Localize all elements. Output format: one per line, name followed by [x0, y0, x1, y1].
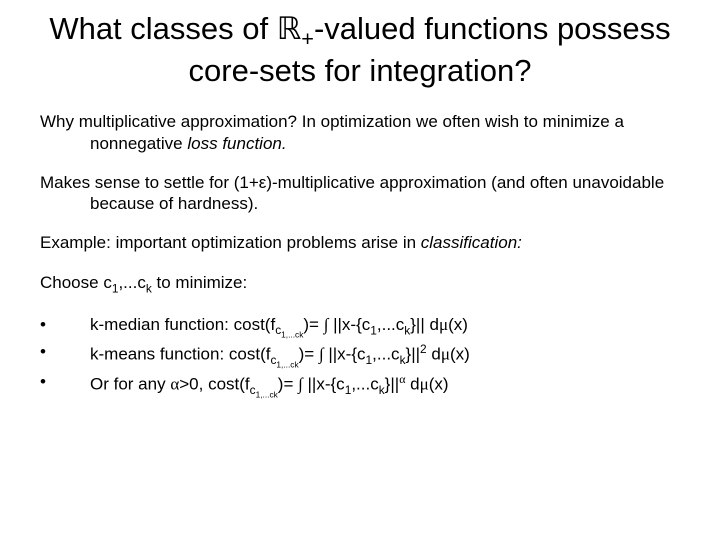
bullet-2-text: k-means function: cost(fc1,...ck)= ∫ ||x… — [90, 341, 470, 371]
mu-icon: μ — [441, 345, 450, 364]
bullet-list: • k-median function: cost(fc1,...ck)= ∫ … — [40, 314, 680, 400]
p4-mid: ,...c — [118, 273, 145, 292]
slide-title: What classes of ℝ+-valued functions poss… — [40, 10, 680, 89]
real-numbers-symbol: ℝ — [277, 11, 302, 46]
paragraph-2: Makes sense to settle for (1+ε)-multipli… — [40, 172, 680, 215]
alpha-icon: α — [170, 374, 179, 393]
p4-post: to minimize: — [152, 273, 247, 292]
p4-pre: Choose c — [40, 273, 112, 292]
p3-italic: classification: — [421, 233, 522, 252]
bullet-1-text: k-median function: cost(fc1,...ck)= ∫ ||… — [90, 314, 468, 341]
paragraph-4: Choose c1,...ck to minimize: — [40, 272, 680, 296]
p1-lead: Why multiplicative approximation? In opt… — [40, 112, 624, 152]
list-item: • k-median function: cost(fc1,...ck)= ∫ … — [40, 314, 680, 341]
bullet-dot: • — [40, 371, 90, 401]
title-pre: What classes of — [49, 11, 276, 46]
list-item: • k-means function: cost(fc1,...ck)= ∫ |… — [40, 341, 680, 371]
title-subscript: + — [301, 26, 314, 51]
slide-body: Why multiplicative approximation? In opt… — [40, 111, 680, 400]
paragraph-3: Example: important optimization problems… — [40, 232, 680, 253]
mu-icon: μ — [420, 374, 429, 393]
slide: What classes of ℝ+-valued functions poss… — [0, 0, 720, 420]
mu-icon: μ — [439, 315, 448, 334]
p1-italic: loss function. — [187, 134, 286, 153]
bullet-dot: • — [40, 341, 90, 371]
bullet-dot: • — [40, 314, 90, 341]
paragraph-1: Why multiplicative approximation? In opt… — [40, 111, 680, 154]
p3-lead: Example: important optimization problems… — [40, 233, 421, 252]
list-item: • Or for any α>0, cost(fc1,...ck)= ∫ ||x… — [40, 371, 680, 401]
bullet-3-text: Or for any α>0, cost(fc1,...ck)= ∫ ||x-{… — [90, 371, 449, 401]
